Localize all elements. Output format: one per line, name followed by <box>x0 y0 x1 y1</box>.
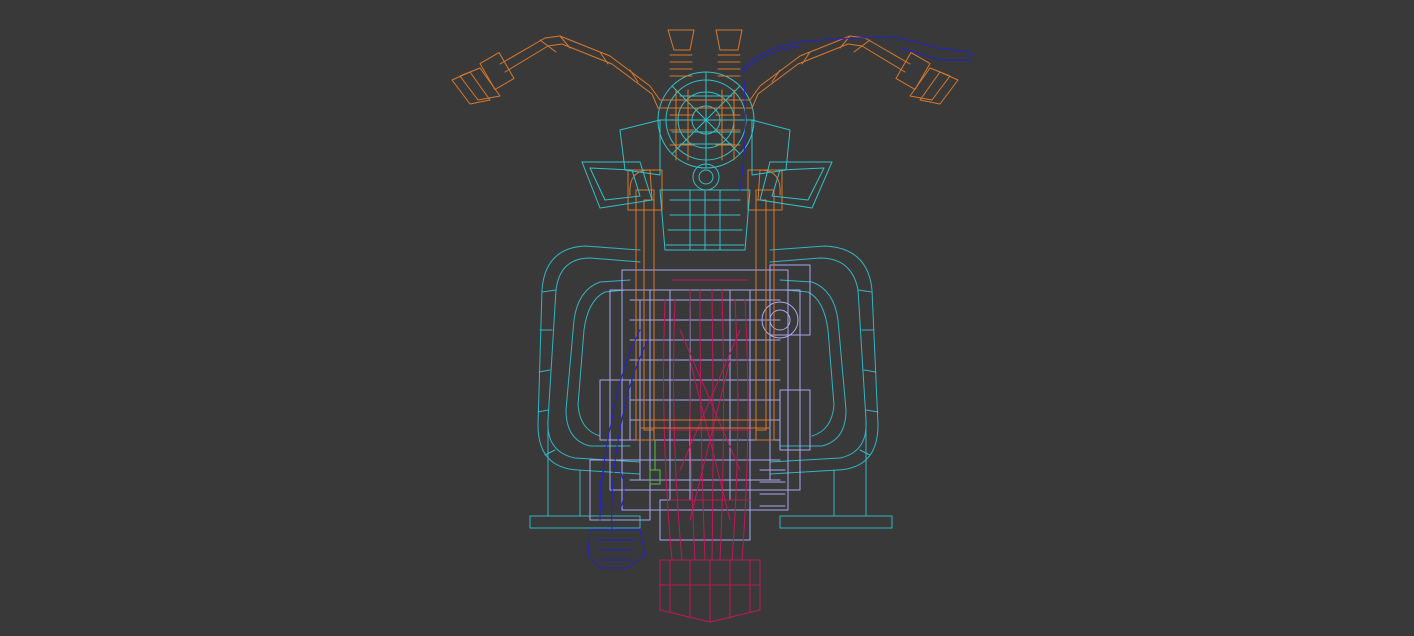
headlight <box>657 71 755 169</box>
brake-cable <box>587 37 973 569</box>
fairing <box>581 119 833 251</box>
front-wheel <box>659 279 761 623</box>
motorcycle-wireframe <box>451 29 973 623</box>
handlebar <box>451 29 959 161</box>
3d-viewport[interactable] <box>0 0 1414 636</box>
valve-accent <box>649 439 661 485</box>
